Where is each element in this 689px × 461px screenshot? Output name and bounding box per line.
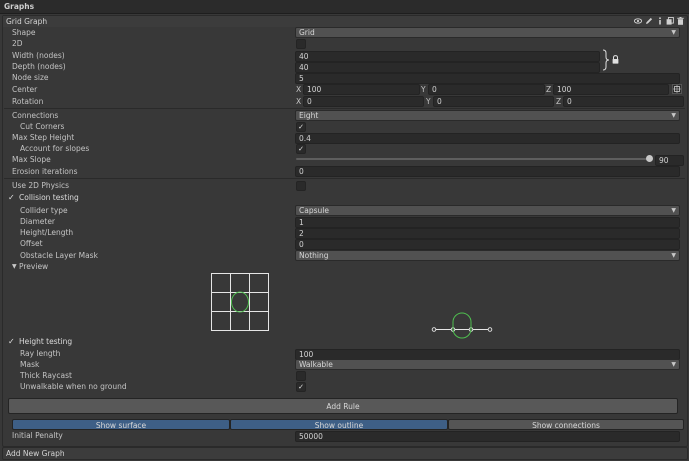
thick-raycast-label: Thick Raycast — [20, 371, 72, 380]
height-length-field[interactable]: 2 — [295, 228, 680, 239]
collision-testing-toggle[interactable]: ✓ — [8, 193, 15, 202]
center-z-field[interactable]: 100 — [553, 84, 669, 95]
center-z-label: Z — [546, 85, 552, 94]
connections-value: Eight — [299, 111, 319, 120]
obstacle-mask-value: Nothing — [299, 251, 329, 260]
center-x-field[interactable]: 100 — [303, 84, 420, 95]
center-y-label: Y — [421, 85, 426, 94]
depth-field[interactable]: 40 — [295, 62, 600, 73]
rotation-y-label: Y — [426, 97, 431, 106]
collider-type-value: Capsule — [299, 206, 329, 215]
mask-label: Mask — [20, 360, 40, 369]
chevron-down-icon: ▼ — [671, 112, 676, 119]
height-length-label: Height/Length — [20, 228, 74, 237]
mask-value: Walkable — [299, 360, 333, 369]
preview-label[interactable]: Preview — [19, 261, 48, 272]
height-testing-header: Height testing — [19, 337, 73, 346]
separator — [4, 178, 685, 179]
trash-icon[interactable] — [677, 17, 684, 27]
chevron-down-icon: ▼ — [671, 361, 676, 368]
pencil-icon[interactable] — [645, 17, 653, 27]
center-label: Center — [12, 85, 38, 94]
max-slope-slider-track[interactable] — [296, 158, 651, 160]
collision-testing-header: Collision testing — [19, 193, 79, 202]
twod-checkbox[interactable] — [296, 39, 306, 49]
node-size-label: Node size — [12, 73, 49, 82]
rotation-x-field[interactable]: 0 — [303, 96, 424, 107]
brace-icon — [602, 49, 610, 73]
add-rule-button[interactable]: Add Rule — [8, 398, 678, 414]
preview-foldout-icon[interactable]: ▼ — [12, 263, 17, 270]
rotation-z-label: Z — [556, 97, 562, 106]
separator — [4, 108, 685, 109]
rotation-z-field[interactable]: 0 — [563, 96, 684, 107]
collision-preview-side — [431, 312, 493, 339]
shape-value: Grid — [299, 28, 315, 37]
collider-type-dropdown[interactable]: Capsule ▼ — [295, 205, 680, 216]
add-new-graph-button[interactable]: Add New Graph — [2, 447, 688, 460]
ray-length-label: Ray length — [20, 349, 61, 358]
initial-penalty-label: Initial Penalty — [12, 431, 63, 440]
node-size-field[interactable]: 5 — [295, 73, 680, 84]
max-step-height-field[interactable]: 0.4 — [295, 133, 680, 144]
width-label: Width (nodes) — [12, 51, 65, 60]
chevron-down-icon: ▼ — [671, 207, 676, 214]
collider-type-label: Collider type — [20, 206, 68, 215]
eye-icon[interactable] — [633, 17, 643, 27]
offset-label: Offset — [20, 239, 43, 248]
window-title-bar: Graphs — [0, 0, 689, 14]
graph-title: Grid Graph — [6, 17, 48, 26]
graph-header[interactable]: Grid Graph — [3, 16, 685, 27]
show-outline-button[interactable]: Show outline — [230, 419, 448, 430]
unwalkable-no-ground-checkbox[interactable]: ✓ — [296, 382, 306, 392]
twod-label: 2D — [12, 39, 23, 48]
offset-field[interactable]: 0 — [295, 239, 680, 250]
shape-dropdown[interactable]: Grid ▼ — [295, 27, 680, 38]
diameter-label: Diameter — [20, 217, 56, 226]
lock-icon[interactable] — [612, 55, 619, 66]
erosion-field[interactable]: 0 — [295, 166, 680, 177]
erosion-label: Erosion iterations — [12, 167, 78, 176]
cut-corners-label: Cut Corners — [20, 122, 65, 131]
thick-raycast-checkbox[interactable] — [296, 371, 306, 381]
shape-label: Shape — [12, 28, 36, 37]
max-slope-field[interactable]: 90 — [655, 155, 684, 166]
connections-dropdown[interactable]: Eight ▼ — [295, 110, 680, 121]
connections-label: Connections — [12, 111, 59, 120]
depth-label: Depth (nodes) — [12, 62, 66, 71]
unwalkable-no-ground-label: Unwalkable when no ground — [20, 382, 127, 391]
collision-preview-top — [211, 273, 269, 331]
copy-icon[interactable] — [666, 17, 674, 27]
use-2d-physics-checkbox[interactable] — [296, 181, 306, 191]
rotation-x-label: X — [296, 97, 302, 106]
chevron-down-icon: ▼ — [671, 252, 676, 259]
show-connections-button[interactable]: Show connections — [448, 419, 684, 430]
obstacle-mask-dropdown[interactable]: Nothing ▼ — [295, 250, 680, 261]
max-step-height-label: Max Step Height — [12, 133, 75, 142]
show-surface-button[interactable]: Show surface — [12, 419, 230, 430]
window-title: Graphs — [4, 2, 35, 11]
diameter-field[interactable]: 1 — [295, 217, 680, 228]
center-x-label: X — [296, 85, 302, 94]
chevron-down-icon: ▼ — [671, 29, 676, 36]
center-y-field[interactable]: 0 — [428, 84, 545, 95]
add-new-graph-label: Add New Graph — [6, 449, 65, 458]
info-icon[interactable] — [657, 17, 663, 27]
width-field[interactable]: 40 — [295, 51, 600, 62]
rotation-y-field[interactable]: 0 — [433, 96, 554, 107]
account-slopes-checkbox[interactable]: ✓ — [296, 144, 306, 154]
mask-dropdown[interactable]: Walkable ▼ — [295, 359, 680, 370]
initial-penalty-field[interactable]: 50000 — [295, 431, 680, 442]
rotation-label: Rotation — [12, 97, 44, 106]
max-slope-label: Max Slope — [12, 155, 51, 164]
account-slopes-label: Account for slopes — [20, 144, 90, 153]
height-testing-toggle[interactable]: ✓ — [8, 337, 15, 346]
cut-corners-checkbox[interactable]: ✓ — [296, 122, 306, 132]
snap-center-icon[interactable] — [672, 84, 682, 94]
max-slope-slider-handle[interactable] — [646, 155, 653, 162]
use-2d-physics-label: Use 2D Physics — [12, 181, 70, 190]
obstacle-mask-label: Obstacle Layer Mask — [20, 251, 98, 260]
